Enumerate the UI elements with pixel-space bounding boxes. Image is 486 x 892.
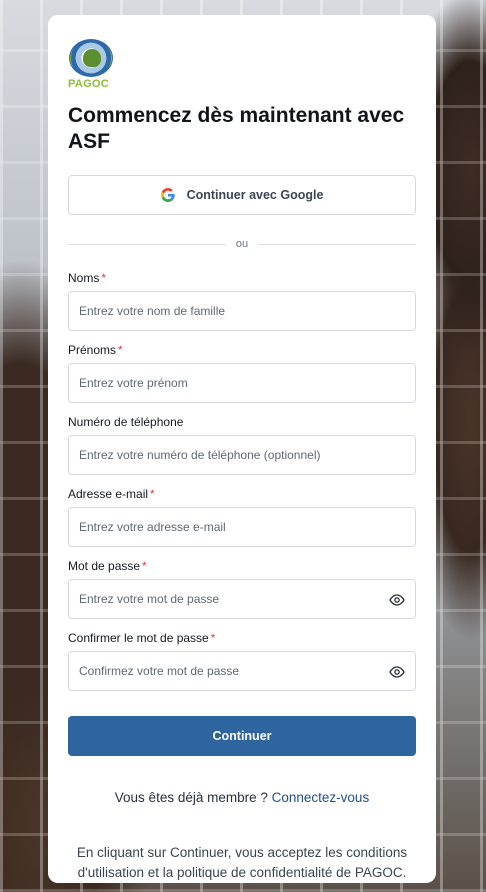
input-wrap-prenom: [68, 363, 416, 403]
label-password-text: Mot de passe: [68, 559, 141, 573]
logo-emblem-icon: [69, 39, 113, 77]
page-title: Commencez dès maintenant avec ASF: [68, 104, 405, 153]
required-marker: *: [150, 487, 155, 501]
prenom-input[interactable]: [69, 364, 415, 402]
google-signin-button[interactable]: Continuer avec Google: [68, 175, 416, 215]
email-input[interactable]: [69, 508, 415, 546]
google-button-label: Continuer avec Google: [186, 188, 324, 202]
label-email-text: Adresse e-mail: [68, 487, 149, 501]
divider-line-right: [258, 243, 416, 245]
required-marker: *: [118, 343, 123, 357]
field-prenom: Prénoms *: [68, 343, 416, 403]
continue-button[interactable]: Continuer: [68, 716, 416, 756]
label-prenom-text: Prénoms: [68, 343, 117, 357]
pagoc-logo: PAGOC: [68, 39, 114, 90]
label-nom-text: Noms: [68, 271, 100, 285]
field-nom: Noms *: [68, 271, 416, 331]
label-email: Adresse e-mail *: [68, 487, 416, 501]
label-confirm: Confirmer le mot de passe *: [68, 631, 416, 645]
required-marker: *: [101, 271, 107, 285]
input-wrap-password: [68, 579, 416, 619]
label-phone-text: Numéro de téléphone: [68, 415, 184, 429]
phone-input[interactable]: [69, 436, 415, 474]
label-password: Mot de passe *: [68, 559, 416, 573]
label-prenom: Prénoms *: [68, 343, 416, 357]
signin-link[interactable]: Connectez-vous: [272, 790, 370, 805]
field-password: Mot de passe *: [68, 559, 416, 619]
input-wrap-phone: [68, 435, 416, 475]
input-wrap-confirm: [68, 651, 416, 691]
signin-prompt-text: Vous êtes déjà membre ?: [114, 790, 268, 805]
password-input[interactable]: [69, 580, 415, 618]
eye-icon[interactable]: [388, 592, 406, 608]
input-wrap-email: [68, 507, 416, 547]
field-email: Adresse e-mail *: [68, 487, 416, 547]
signin-prompt: Vous êtes déjà membre ? Connectez-vous: [68, 790, 416, 805]
nom-input[interactable]: [69, 292, 415, 330]
signup-card: PAGOC Commencez dès maintenant avec ASF …: [48, 15, 436, 883]
google-icon: [160, 188, 175, 202]
required-marker: *: [142, 559, 147, 573]
label-confirm-text: Confirmer le mot de passe: [68, 631, 209, 645]
or-divider: ou: [68, 237, 416, 251]
logo-text: PAGOC: [68, 78, 110, 90]
field-phone: Numéro de téléphone: [68, 415, 416, 475]
input-wrap-nom: [68, 291, 416, 331]
divider-text: ou: [235, 238, 249, 250]
divider-line-left: [68, 243, 226, 245]
field-confirm-password: Confirmer le mot de passe *: [68, 631, 416, 691]
confirm-password-input[interactable]: [69, 652, 415, 690]
required-marker: *: [210, 631, 216, 645]
terms-text: En cliquant sur Continuer, vous acceptez…: [76, 845, 408, 880]
eye-icon[interactable]: [388, 664, 406, 680]
label-nom: Noms *: [68, 271, 416, 285]
label-phone: Numéro de téléphone: [68, 415, 416, 429]
